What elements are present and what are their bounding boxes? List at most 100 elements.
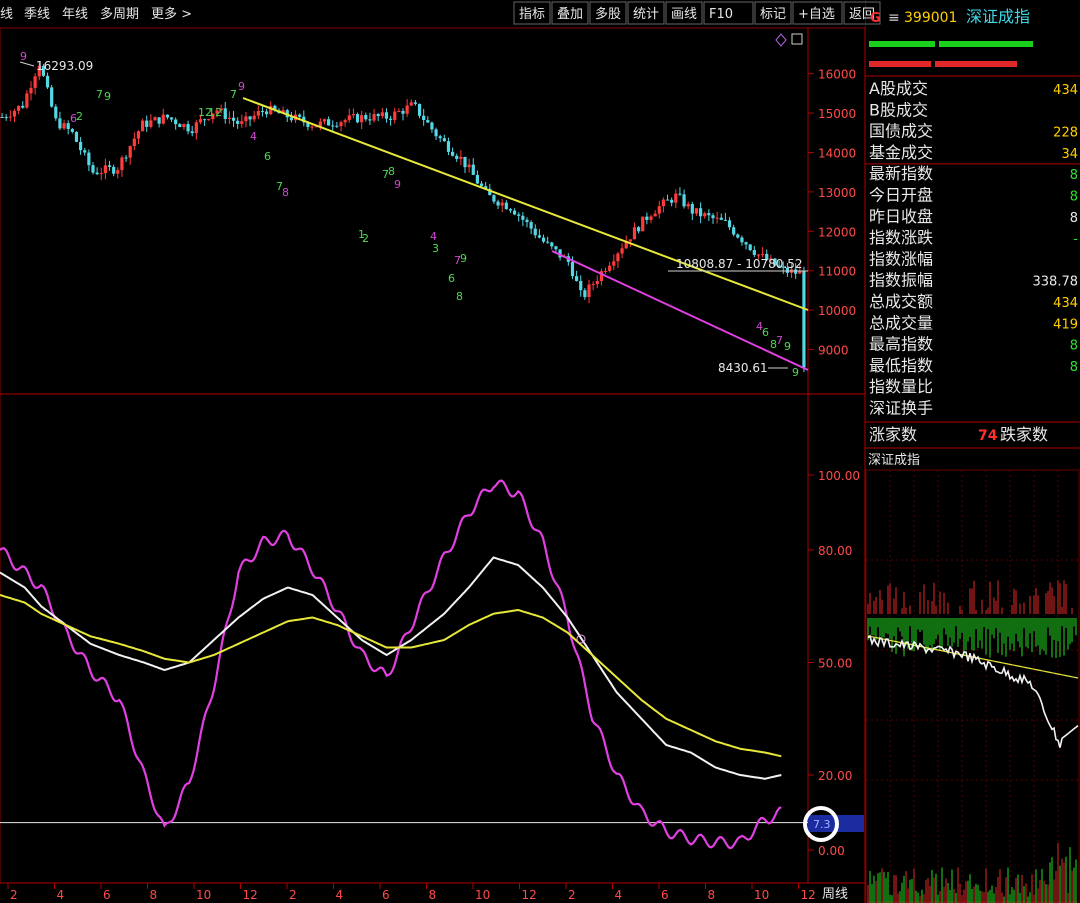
- quote-row-label: 深证换手: [869, 399, 933, 418]
- candle-body: [417, 103, 422, 116]
- candle-body: [335, 125, 339, 127]
- time-tick-label: 2: [289, 888, 297, 902]
- candle-body: [236, 120, 240, 124]
- candle-body: [513, 210, 517, 215]
- current-value-text: 7.3: [813, 818, 831, 831]
- quote-row-value: 8: [1070, 168, 1078, 183]
- toolbar-button-label: 指标: [519, 7, 545, 22]
- g-icon[interactable]: G: [870, 11, 881, 26]
- candle-body: [521, 215, 525, 220]
- security-name: 深证成指: [966, 7, 1030, 26]
- candle-body: [438, 136, 442, 139]
- candle-body: [661, 199, 665, 207]
- candle-body: [83, 150, 87, 153]
- candle-body: [393, 111, 397, 120]
- candle-body: [17, 105, 21, 111]
- candle-body: [355, 114, 360, 123]
- candle-body: [575, 276, 579, 282]
- candle-body: [112, 166, 116, 174]
- candle-body: [579, 281, 583, 291]
- candle-body: [620, 248, 624, 254]
- magenta-indicator-line: [0, 479, 782, 850]
- candle-body: [372, 114, 376, 121]
- candle-body: [802, 271, 806, 368]
- period-tab[interactable]: 季线: [24, 7, 50, 22]
- pane-toggle-icons[interactable]: [775, 33, 803, 47]
- time-tick-label: 10: [475, 888, 490, 902]
- candle-body: [174, 119, 178, 125]
- td-number: 7: [230, 88, 237, 101]
- buy-strength-bar: [869, 41, 935, 47]
- candle-body: [389, 118, 393, 120]
- candle-body: [541, 237, 546, 242]
- period-tab[interactable]: 线: [0, 7, 13, 22]
- buy-strength-bar: [939, 41, 1033, 47]
- candle-body: [132, 138, 136, 147]
- td-number: 6: [762, 326, 769, 339]
- candle-body: [657, 206, 661, 214]
- period-label[interactable]: 周线: [822, 887, 848, 902]
- chart-canvas: 线季线 年线 多周期 更多 > 指标 叠加 多股 统计 画线 F10 标记 +自选 返回 9000100…: [0, 0, 1080, 903]
- candle-body: [186, 124, 190, 132]
- quote-row-label: 指数振幅: [869, 271, 933, 290]
- candle-body: [252, 115, 256, 120]
- candle-body: [116, 170, 120, 174]
- quote-row-value: 434: [1053, 296, 1078, 311]
- toolbar-button-label: 标记: [760, 7, 786, 22]
- price-tick-label: 9000: [818, 344, 849, 358]
- quote-row-label: 国债成交: [869, 122, 933, 141]
- quote-row-label: 指数涨幅: [869, 249, 933, 268]
- quote-row-label: 总成交额: [869, 292, 933, 311]
- price-tick-label: 11000: [818, 265, 856, 279]
- candle-body: [231, 117, 236, 121]
- time-axis: 2 4 6 8 10 12 2 4 6 8 10 12 2 4 6 8 10 12: [7, 883, 816, 902]
- security-code: 399001: [904, 10, 957, 26]
- candle-body: [0, 117, 4, 118]
- candle-body: [434, 129, 438, 137]
- td-number: 9: [20, 50, 27, 63]
- candle-body: [161, 114, 165, 124]
- candle-body: [496, 201, 500, 206]
- candle-body: [608, 265, 612, 271]
- candle-body: [79, 141, 83, 151]
- candle-body: [500, 202, 504, 206]
- td-number: 6: [264, 150, 271, 163]
- quote-row-label: A股成交: [869, 79, 928, 98]
- candle-body: [25, 93, 29, 108]
- price-tick-label: 10000: [818, 304, 856, 318]
- quote-row-value: 338.78: [1033, 275, 1079, 290]
- quote-row-label: B股成交: [869, 100, 928, 119]
- candle-body: [744, 242, 748, 245]
- candle-body: [525, 219, 529, 223]
- candle-body: [529, 222, 533, 229]
- toolbar-button-label: +自选: [798, 7, 835, 22]
- candlestick-series: [0, 62, 806, 372]
- period-tab[interactable]: 年线: [62, 7, 88, 22]
- candle-body: [479, 183, 484, 187]
- menu-icon[interactable]: ≡: [888, 10, 900, 26]
- candle-body: [591, 284, 595, 286]
- candle-body: [492, 195, 496, 202]
- yellow-indicator-line: [0, 594, 782, 758]
- candle-body: [157, 117, 161, 124]
- candle-body: [298, 114, 302, 117]
- time-tick-label: 2: [568, 888, 576, 902]
- candle-body: [694, 208, 699, 214]
- candle-body: [690, 204, 694, 214]
- high-annotation: 16293.09: [19, 59, 93, 73]
- diamond-toggle-icon[interactable]: [775, 33, 787, 47]
- candle-body: [190, 131, 194, 134]
- square-toggle-icon[interactable]: [791, 33, 803, 45]
- fall-count-label: 跌家数: [1000, 425, 1048, 444]
- candle-body: [446, 141, 451, 152]
- candle-body: [360, 115, 364, 123]
- rise-count-label: 涨家数: [869, 425, 917, 444]
- period-tab[interactable]: 更多 >: [151, 6, 192, 22]
- candle-body: [455, 155, 459, 159]
- mini-intraday-chart: [865, 469, 1080, 903]
- candle-body: [339, 122, 343, 127]
- indicator-series: [0, 479, 782, 850]
- period-tab[interactable]: 多周期: [100, 6, 139, 22]
- candle-body: [343, 120, 347, 123]
- td-number: 8: [282, 186, 289, 199]
